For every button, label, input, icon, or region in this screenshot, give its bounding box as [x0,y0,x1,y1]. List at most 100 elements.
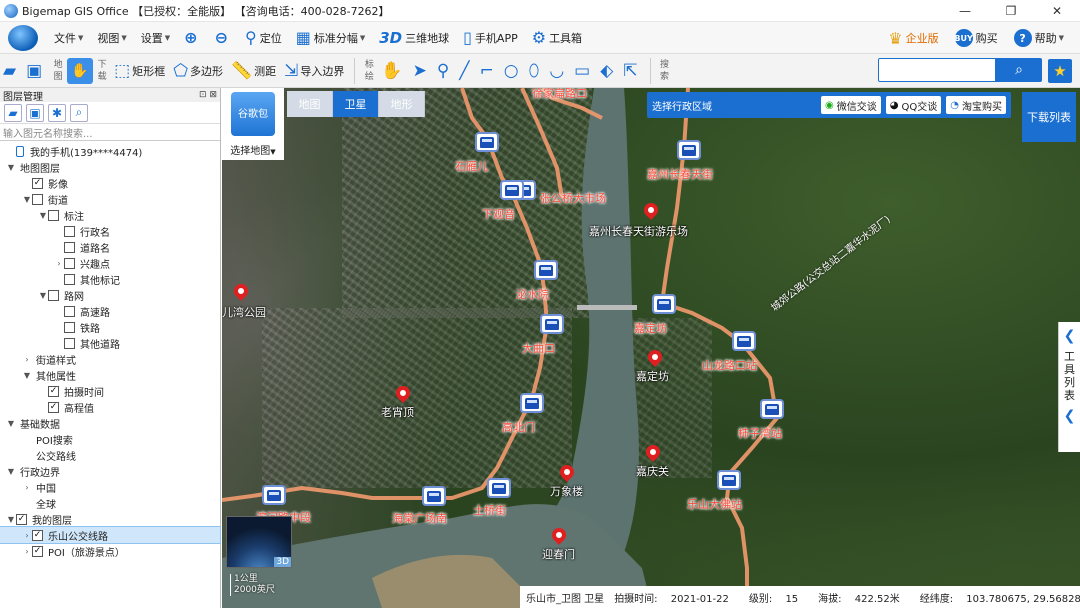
layer-tree-row[interactable]: POI搜索 [0,431,220,447]
ellipse-tool[interactable]: ⬯ [526,57,545,85]
layer-checkbox[interactable] [48,209,59,221]
select-map-panel[interactable]: 谷歌包 选择地图▼ [222,88,284,160]
open-file-button[interactable]: ▰ [0,57,21,85]
bus-stop-label[interactable]: 山龙路口站 [702,357,757,373]
poi-marker[interactable] [645,347,665,370]
tab-terrain[interactable]: 地形 [379,91,425,117]
bus-stop-label[interactable]: 嘉定坊 [634,320,667,336]
bus-stop-marker[interactable] [732,331,756,351]
arc-tool[interactable]: ◡ [546,57,569,85]
import-boundary-button[interactable]: ⇲ 导入边界 [281,57,347,85]
pan-tool[interactable]: ✋ [378,57,407,85]
minimize-button[interactable]: — [942,0,988,22]
wechat-chat-button[interactable]: ◉ 微信交谈 [821,96,881,114]
tool-list-tab[interactable]: ❮ 工具列表 ❮ [1058,322,1080,452]
collapse-arrow-icon[interactable]: ▼ [22,195,32,204]
poi-label[interactable]: 儿湾公园 [222,304,266,320]
help-button[interactable]: ? 帮助 ▼ [1010,23,1068,53]
download-list-button[interactable]: 下载列表 [1022,92,1076,142]
expand-arrow-icon[interactable]: › [22,547,32,556]
bus-stop-marker[interactable] [422,486,446,506]
expand-arrow-icon[interactable]: › [22,531,32,540]
layer-tree-row[interactable]: ▼ 地图图层 [0,159,220,175]
bus-stop-label[interactable]: 下观音 [482,206,515,222]
layer-tree-row[interactable]: 道路名 [0,239,220,255]
layer-tree-row[interactable]: › ✓ 乐山公交线路 [0,526,221,544]
layer-search-icon[interactable]: ⌕ [70,103,88,122]
search-input[interactable] [878,58,996,82]
zoom-out-button[interactable]: ⊖ [211,23,235,53]
bus-stop-marker[interactable] [520,393,544,413]
rectangle-tool[interactable]: ▭ [571,57,595,85]
locate-button[interactable]: ⚲ 定位 [241,23,286,53]
chevron-left-icon[interactable]: ❮ [1064,408,1076,424]
bus-stop-label[interactable]: 石雁儿 [455,158,488,174]
layer-tree-row[interactable]: ▼ 行政边界 [0,463,220,479]
layer-checkbox[interactable] [64,321,75,333]
layer-checkbox[interactable]: ✓ [48,385,59,397]
standard-sheet-button[interactable]: ▦ 标准分幅 ▼ [292,23,370,53]
layer-checkbox[interactable]: ✓ [16,513,27,525]
bus-stop-marker[interactable] [540,314,564,334]
layer-tree-row[interactable]: 其他道路 [0,335,220,351]
zoom-in-button[interactable]: ⊕ [180,23,204,53]
layer-tree-row[interactable]: ✓ 高程值 [0,399,220,415]
poi-marker[interactable] [393,383,413,406]
panel-dock-controls[interactable]: ⊡ ⊠ [199,90,217,100]
taobao-buy-button[interactable]: ◔ 淘宝购买 [946,96,1006,114]
layer-settings-icon[interactable]: ✱ [48,103,66,122]
layer-checkbox[interactable] [64,305,75,317]
layer-tree-row[interactable]: ▼ 其他属性 [0,367,220,383]
expand-arrow-icon[interactable]: › [22,483,32,492]
menu-view[interactable]: 视图 ▼ [93,23,130,53]
collapse-arrow-icon[interactable]: ▼ [6,419,16,428]
poi-marker[interactable] [231,281,251,304]
buy-button[interactable]: BUY 购买 [951,23,1002,53]
google-package-icon[interactable]: 谷歌包 [231,92,275,136]
layer-tree-row[interactable]: › ✓ POI（旅游景点） [0,543,220,559]
poi-marker[interactable] [549,525,569,548]
bus-stop-marker[interactable] [500,180,524,200]
bus-stop-label[interactable]: 海棠广场南 [392,510,447,526]
layer-checkbox[interactable]: ✓ [32,177,43,189]
menu-file[interactable]: 文件 ▼ [50,23,87,53]
layer-checkbox[interactable]: ✓ [32,545,43,557]
layer-checkbox[interactable] [64,257,75,269]
line-tool[interactable]: ╱ [456,57,474,85]
tag-tool[interactable]: ⬖ [597,57,618,85]
layer-tree-row[interactable]: › 街道样式 [0,351,220,367]
tab-satellite[interactable]: 卫星 [333,91,379,117]
layer-tree-row[interactable]: ▼ 标注 [0,207,220,223]
toolbox-button[interactable]: ⚙ 工具箱 [528,23,586,53]
bus-stop-marker[interactable] [475,132,499,152]
poi-label[interactable]: 老宵顶 [381,404,414,420]
layer-checkbox[interactable] [48,289,59,301]
select-map-label[interactable]: 选择地图▼ [230,142,275,157]
bus-stop-label[interactable]: 乐山大佛站 [687,496,742,512]
poi-label[interactable]: 嘉庆关 [636,463,669,479]
expand-arrow-icon[interactable]: › [22,355,32,364]
collapse-arrow-icon[interactable]: ▼ [6,467,16,476]
poi-label[interactable]: 嘉定坊 [636,368,669,384]
minimap-3d-label[interactable]: 3D [274,557,291,567]
layer-checkbox[interactable] [64,273,75,285]
close-button[interactable]: ✕ [1034,0,1080,22]
measure-button[interactable]: 📏 测距 [228,57,279,85]
bus-stop-marker[interactable] [760,399,784,419]
layer-checkbox[interactable] [32,193,43,205]
layer-tree-row[interactable]: 行政名 [0,223,220,239]
layer-tree-row[interactable]: 高速路 [0,303,220,319]
poi-marker[interactable] [641,200,661,223]
layer-checkbox[interactable]: ✓ [32,529,43,541]
marker-tool[interactable]: ⚲ [434,57,454,85]
bus-stop-marker[interactable] [677,140,701,160]
collapse-arrow-icon[interactable]: ▼ [38,291,48,300]
bus-stop-marker[interactable] [487,478,511,498]
layer-tree-row[interactable]: › 兴趣点 [0,255,220,271]
collapse-arrow-icon[interactable]: ▼ [22,371,32,380]
layer-tree-row[interactable]: 铁路 [0,319,220,335]
layer-checkbox[interactable] [64,241,75,253]
layer-checkbox[interactable]: ✓ [48,401,59,413]
bus-stop-label[interactable]: 张公桥大市场 [540,190,606,206]
layer-tree-row[interactable]: ✓ 拍摄时间 [0,383,220,399]
